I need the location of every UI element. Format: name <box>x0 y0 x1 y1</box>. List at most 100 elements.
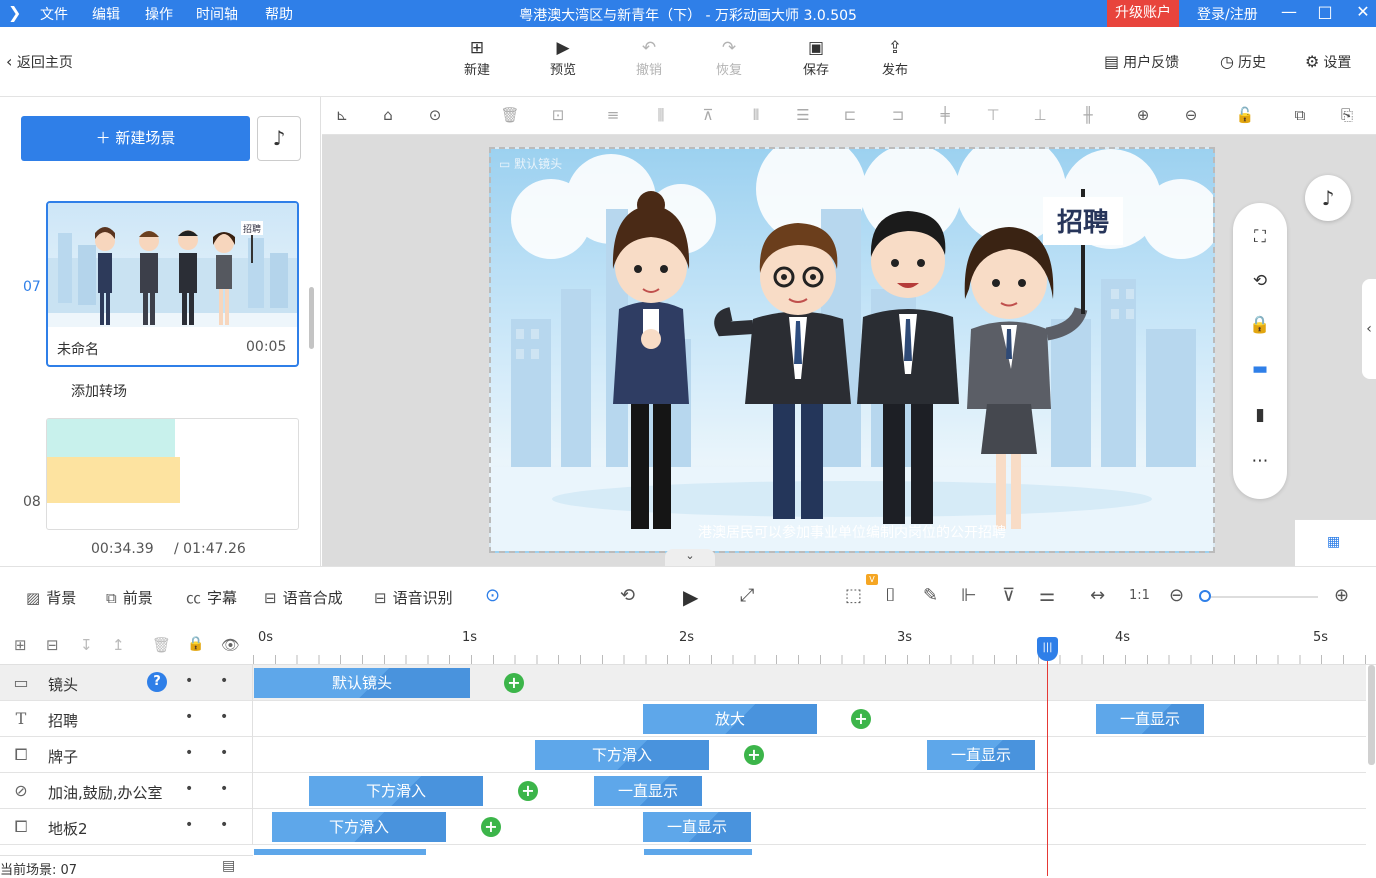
add-folder-icon[interactable]: ⊟ <box>46 636 59 654</box>
hcenter-icon[interactable]: ╪ <box>934 106 956 124</box>
visibility-toggle[interactable]: • <box>220 781 228 797</box>
more-dots-icon[interactable]: ⋯ <box>1248 451 1272 471</box>
split-icon[interactable]: ⊩ <box>961 585 977 606</box>
publish-button[interactable]: ⇪ 发布 <box>871 37 919 78</box>
minimap-panel[interactable]: ▦ <box>1295 519 1376 566</box>
anim-block[interactable]: 一直显示 <box>643 812 751 842</box>
left-align-icon[interactable]: ⊏ <box>839 106 861 124</box>
vcenter-icon[interactable]: ╫ <box>1077 106 1099 124</box>
preview-button[interactable]: ▶ 预览 <box>539 37 587 78</box>
anim-block[interactable]: 放大 <box>643 704 817 734</box>
upgrade-button[interactable]: 升级账户 <box>1107 0 1179 27</box>
anim-block[interactable]: 一直显示 <box>594 776 702 806</box>
more-icon[interactable]: ⊙ <box>424 106 446 124</box>
minimize-icon[interactable]: — <box>1276 2 1302 21</box>
right-align-icon[interactable]: ⊐ <box>887 106 909 124</box>
new-scene-button[interactable]: ＋ 新建场景 <box>21 116 250 161</box>
add-keyframe-icon[interactable]: + <box>481 817 501 837</box>
edit-icon[interactable]: ✎ <box>923 585 938 606</box>
menu-edit[interactable]: 编辑 <box>92 4 120 24</box>
menu-operate[interactable]: 操作 <box>145 4 173 24</box>
menu-file[interactable]: 文件 <box>40 4 68 24</box>
fullscreen-icon[interactable]: ⤢ <box>740 585 754 606</box>
distribute-v-icon[interactable]: ☰ <box>792 106 814 124</box>
anim-block[interactable]: 下方滑入 <box>309 776 483 806</box>
adjust-icon[interactable]: ⚌ <box>1039 585 1055 606</box>
actual-size-icon[interactable]: 1:1 <box>1129 588 1150 603</box>
music-float-button[interactable]: ♪ <box>1305 175 1351 221</box>
fit-screen-icon[interactable]: ⛶ <box>1248 227 1272 247</box>
bottom-align-icon[interactable]: ⊥ <box>1029 106 1051 124</box>
lock-icon[interactable]: 🔒 <box>1248 315 1272 335</box>
zoom-out-icon[interactable]: ⊖ <box>1180 106 1202 124</box>
menu-help[interactable]: 帮助 <box>265 4 293 24</box>
anim-block[interactable]: 一直显示 <box>1096 704 1204 734</box>
timeline-scrollbar[interactable] <box>1368 665 1375 765</box>
scene-card-07[interactable]: 招聘 未命名 00:05 <box>46 201 299 367</box>
zoom-slider-handle[interactable] <box>1199 590 1211 602</box>
right-collapse-tab[interactable]: ‹ <box>1362 279 1376 379</box>
delete-layer-icon[interactable]: 🗑 <box>152 636 171 654</box>
caption-button[interactable]: ㏄字幕 <box>186 587 237 608</box>
copy-icon[interactable]: ⧉ <box>1289 106 1311 124</box>
zoom-slider-track[interactable] <box>1203 596 1318 598</box>
maximize-icon[interactable]: □ <box>1312 2 1338 21</box>
anim-block[interactable]: 下方滑入 <box>272 812 446 842</box>
add-keyframe-icon[interactable]: + <box>518 781 538 801</box>
history-button[interactable]: ◷ 历史 <box>1220 52 1266 72</box>
play-icon[interactable]: ▶ <box>683 585 698 609</box>
doc-icon[interactable]: ▤ <box>222 858 235 874</box>
add-layer-icon[interactable]: ⊞ <box>14 636 27 654</box>
music-button[interactable]: ♪ <box>257 116 301 161</box>
align-left-icon[interactable]: ≡ <box>602 106 624 124</box>
track-paizi[interactable]: ⧠ 牌子 • • 下方滑入 + 一直显示 <box>0 737 1366 773</box>
scene-list-scrollbar[interactable] <box>309 287 314 349</box>
align-icon[interactable]: ⊾ <box>331 106 353 124</box>
foreground-button[interactable]: ⧉ 前景 <box>106 587 153 608</box>
close-icon[interactable]: ✕ <box>1350 2 1376 21</box>
add-keyframe-icon[interactable]: + <box>851 709 871 729</box>
align-top-icon[interactable]: ⊼ <box>697 106 719 124</box>
lock-toggle[interactable]: • <box>185 673 193 689</box>
lock-all-icon[interactable]: 🔒 <box>187 636 204 652</box>
lock-toggle[interactable]: • <box>185 781 193 797</box>
back-home-button[interactable]: ‹ 返回主页 <box>6 52 73 72</box>
fit-width-icon[interactable]: ↔ <box>1090 585 1105 606</box>
feedback-button[interactable]: ▤ 用户反馈 <box>1104 52 1179 72</box>
visibility-toggle[interactable]: • <box>220 817 228 833</box>
help-icon[interactable]: ? <box>147 672 167 692</box>
zoom-in-icon[interactable]: ⊕ <box>1132 106 1154 124</box>
track-zhaopin[interactable]: T 招聘 • • 放大 + 一直显示 <box>0 701 1366 737</box>
playhead-handle[interactable]: ||| <box>1037 637 1058 661</box>
add-keyframe-icon[interactable]: + <box>504 673 524 693</box>
align-vcenter-icon[interactable]: ⫼ <box>650 106 672 124</box>
add-transition-link[interactable]: 添加转场 <box>71 381 127 401</box>
visibility-toggle[interactable]: • <box>220 709 228 725</box>
zoom-in-timeline-icon[interactable]: ⊕ <box>1334 585 1349 606</box>
lock-toggle[interactable]: • <box>185 745 193 761</box>
screenshot-icon[interactable]: ⊡ <box>547 106 569 124</box>
visibility-icon[interactable]: 👁 <box>221 636 240 654</box>
rotate-icon[interactable]: ⟲ <box>1248 271 1272 291</box>
camera-frame-icon[interactable]: ⬚ <box>845 585 862 606</box>
partial-anim-block[interactable] <box>254 849 426 855</box>
add-keyframe-icon[interactable]: + <box>744 745 764 765</box>
track-camera[interactable]: ▭ 镜头 ? • • 默认镜头 + <box>0 665 1366 701</box>
tts-button[interactable]: ⊟ 语音合成 <box>264 587 343 608</box>
visibility-toggle[interactable]: • <box>220 745 228 761</box>
track-diban2[interactable]: ⧠ 地板2 • • 下方滑入 + 一直显示 <box>0 809 1366 845</box>
track-jiayou[interactable]: ⊘ 加油,鼓励,办公室 • • 下方滑入 + 一直显示 <box>0 773 1366 809</box>
anim-block[interactable]: 一直显示 <box>927 740 1035 770</box>
lock-toggle[interactable]: • <box>185 709 193 725</box>
phone-icon[interactable]: ▮ <box>1248 405 1272 425</box>
new-button[interactable]: ⊞ 新建 <box>453 37 501 78</box>
save-button[interactable]: ▣ 保存 <box>792 37 840 78</box>
anim-block[interactable]: 默认镜头 <box>254 668 470 698</box>
settings-button[interactable]: ⚙ 设置 <box>1305 52 1351 72</box>
visibility-toggle[interactable]: • <box>220 673 228 689</box>
collapse-stage-button[interactable]: ⌄ <box>665 549 715 566</box>
home-icon[interactable]: ⌂ <box>377 106 399 124</box>
scene-card-08[interactable] <box>46 418 299 530</box>
lock-toggle[interactable]: • <box>185 817 193 833</box>
time-ruler[interactable]: 0s 1s 2s 3s 4s 5s <box>253 627 1376 665</box>
